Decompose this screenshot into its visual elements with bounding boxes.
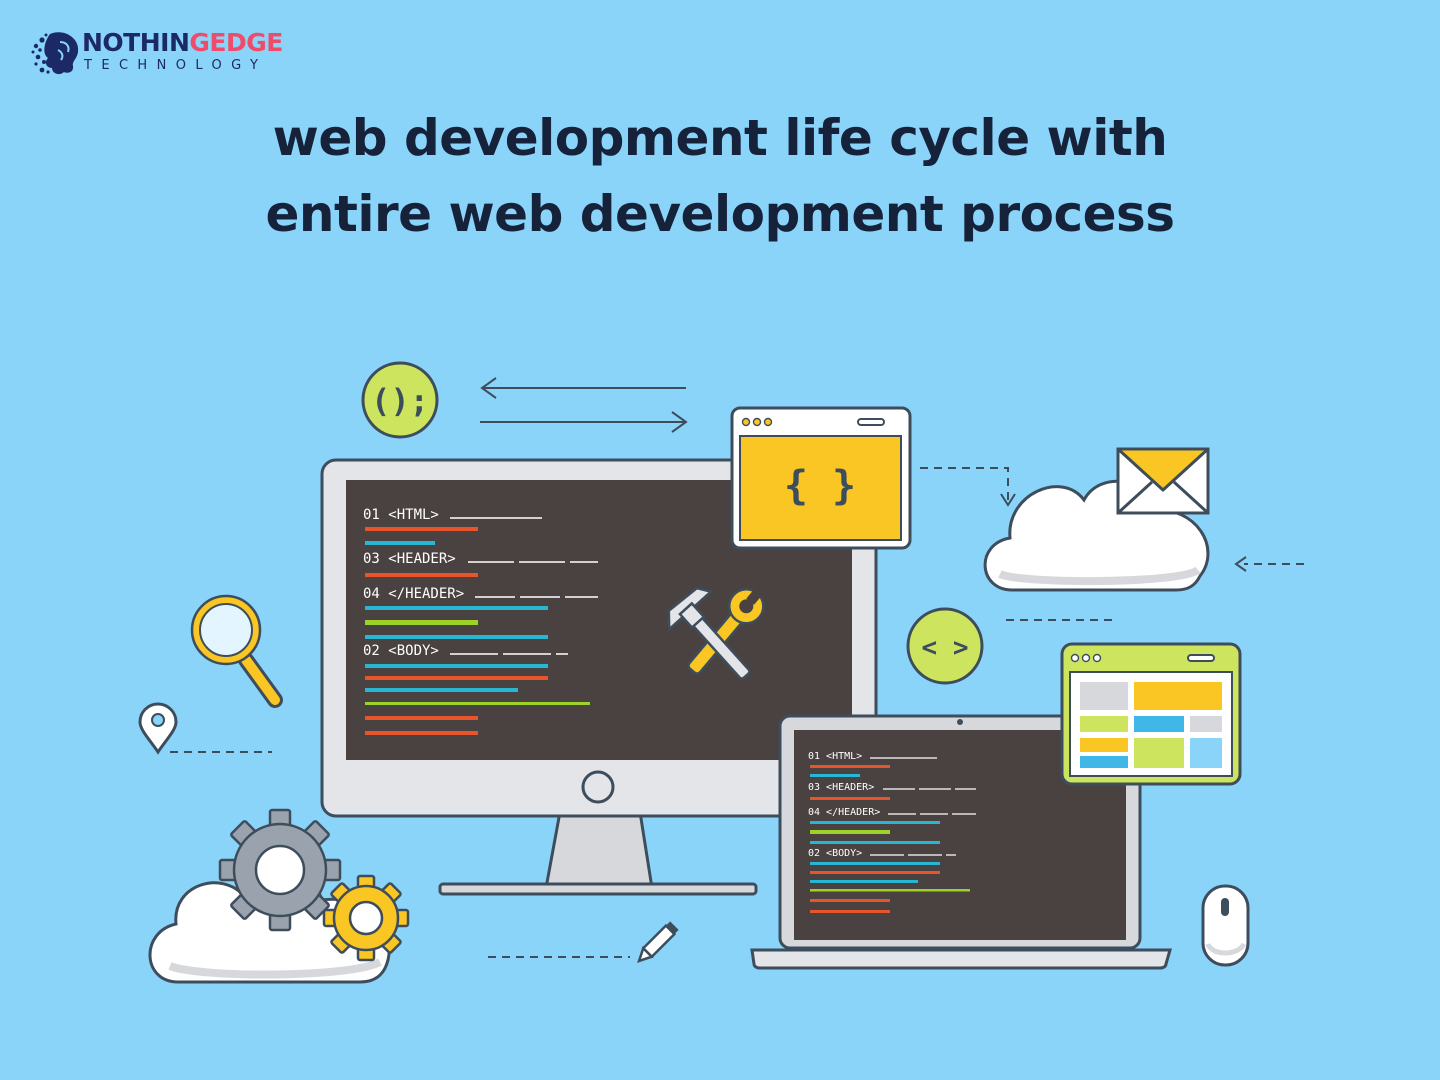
code-badge-label: < >: [922, 633, 969, 663]
monitor-code-line-1: 01 <HTML>: [363, 507, 439, 523]
envelope-icon: [1116, 447, 1210, 515]
braces-label: { }: [784, 463, 856, 509]
laptop-code-line-3: 04 </HEADER>: [808, 807, 880, 818]
code-badge: < >: [906, 607, 984, 685]
monitor-code-line-2: 03 <HEADER>: [363, 551, 456, 567]
layout-window: [1060, 642, 1242, 786]
monitor-power-button: [581, 770, 615, 804]
laptop-code-line-2: 03 <HEADER>: [808, 782, 874, 793]
location-pin-icon: [138, 702, 178, 755]
monitor-code-line-3: 04 </HEADER>: [363, 586, 464, 602]
cloud-gears: [148, 808, 410, 984]
sync-arrows-icon: [480, 377, 688, 433]
laptop-code-line-4: 02 <BODY>: [808, 848, 862, 859]
monitor-code-line-4: 02 <BODY>: [363, 643, 439, 659]
laptop-code-line-1: 01 <HTML>: [808, 751, 862, 762]
function-badge-label: ();: [371, 382, 429, 420]
mouse-icon: [1201, 884, 1250, 967]
cloud-email: [983, 447, 1210, 592]
web-development-illustration: (); 01 <HTML> 03 <HEADER> 04 </HEADER> 0…: [138, 361, 1304, 984]
pencil-icon: [637, 921, 679, 963]
magnifier-icon: [190, 594, 283, 708]
function-badge: ();: [361, 361, 439, 439]
code-braces-window: { }: [730, 406, 912, 550]
